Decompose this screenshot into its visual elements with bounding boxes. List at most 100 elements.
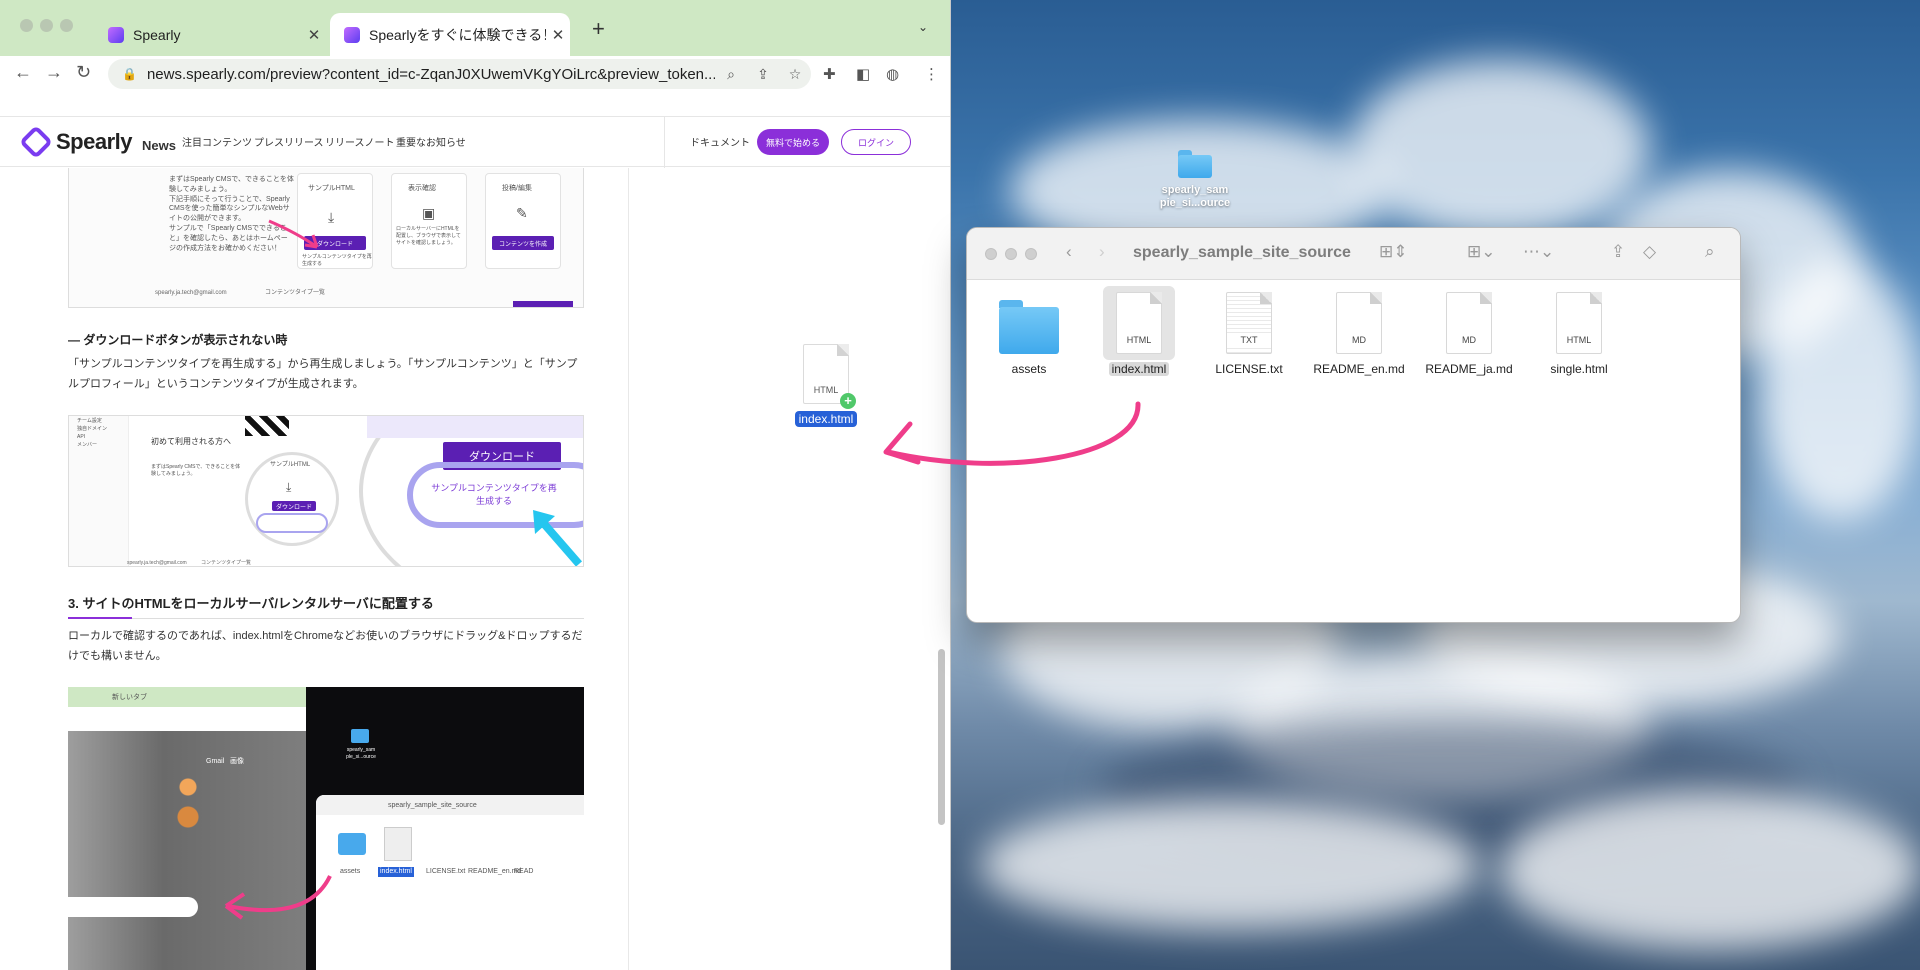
nav-important-news[interactable]: 重要なお知らせ (396, 134, 466, 149)
folder-icon (1178, 150, 1212, 178)
extensions-puzzle-icon[interactable]: ✚ (823, 65, 836, 83)
heading-underline (68, 617, 132, 619)
tab-spearly[interactable]: Spearly ✕ (94, 13, 326, 56)
md-file-icon: MD (1336, 292, 1382, 354)
subheading-dash: — (68, 333, 84, 347)
search-icon[interactable]: ⌕ (1705, 242, 1715, 262)
finder-toolbar: ‹ › spearly_sample_site_source ⊞⇕ ⊞⌄ ⋯⌄ … (967, 228, 1740, 280)
shot3-file-license: LICENSE.txt (426, 868, 466, 875)
shot3-images: 画像 (230, 758, 244, 765)
article-image-drag-drop: 新しいタブ Gmail 画像 spearly_sam ple_si...ourc… (68, 687, 584, 970)
close-tab-icon[interactable]: ✕ (302, 26, 326, 44)
pencil-icon: ✎ (516, 205, 528, 221)
docs-link[interactable]: ドキュメント (690, 134, 750, 149)
shot3-file-readme-ja: README_ja.md (514, 868, 534, 875)
finder-item-readme-en[interactable]: MD README_en.md (1309, 292, 1409, 376)
shot1-content-button: コンテンツを作成 (492, 236, 554, 250)
profile-avatar-icon[interactable]: ◍ (886, 65, 899, 83)
new-tab-button[interactable]: + (592, 16, 605, 42)
login-button[interactable]: ログイン (841, 129, 911, 155)
minimize-window-button[interactable] (40, 19, 53, 32)
shot3-gmail: Gmail (206, 758, 225, 765)
shot2-email: spearly.ja.tech@gmail.com (127, 560, 187, 566)
folder-icon (999, 300, 1059, 354)
paragraph-local: ローカルで確認するのであれば、index.htmlをChromeなどお使いのブラ… (68, 630, 583, 662)
site-header: Spearly News 注目コンテンツ プレスリリース リリースノート 重要な… (0, 116, 950, 168)
pink-drag-arrow-icon (883, 401, 1141, 466)
reload-icon[interactable]: ↻ (76, 62, 91, 83)
shot3-finder: spearly_sample_site_source assets index.… (316, 795, 584, 970)
finder-item-single-html[interactable]: HTML single.html (1529, 292, 1629, 376)
finder-item-index-html[interactable]: HTML index.html (1089, 286, 1189, 376)
side-panel-icon[interactable]: ◧ (856, 65, 870, 83)
group-icon[interactable]: ⊞⌄ (1467, 242, 1496, 262)
shot1-regen-note: サンプルコンテンツタイプを再生成する (302, 254, 372, 267)
shot2-tag: コンテンツタイプ一覧 (201, 560, 252, 566)
tab-title: Spearlyをすぐに体験できる！サン (369, 26, 546, 43)
action-ellipsis-icon[interactable]: ⋯⌄ (1523, 242, 1554, 262)
browser-window-icon: ▣ (422, 205, 436, 221)
shot3-folder-icon (351, 729, 369, 743)
shot2-top-band (367, 416, 583, 438)
shot2-heading: 初めて利用される方へ (151, 437, 231, 446)
view-grid-icon[interactable]: ⊞⇕ (1379, 242, 1408, 262)
shot3-folder-label: spearly_sam ple_si...ource (346, 747, 376, 760)
shot3-toolbar (68, 707, 306, 731)
shot2-intro: まずはSpearly CMSで、できることを体験してみましょう。 (151, 464, 241, 477)
shot1-card-display: 表示確認 ▣ ローカルサーバーにHTMLを配置し、ブラウザで表示してサイトを確認… (391, 173, 467, 269)
finder-item-license[interactable]: TXT LICENSE.txt (1199, 292, 1299, 376)
back-arrow-icon[interactable]: ← (14, 62, 32, 83)
shot3-pink-arrow-icon (224, 875, 332, 920)
nav-featured[interactable]: 注目コンテンツ (182, 134, 252, 149)
forward-arrow-icon[interactable]: → (45, 62, 63, 83)
finder-item-readme-ja[interactable]: MD README_ja.md (1419, 292, 1519, 376)
tab-spearly-preview[interactable]: Spearlyをすぐに体験できる！サン ✕ (330, 13, 570, 56)
article-body: まずはSpearly CMSで、できることを体験してみましょう。 下記手順にそっ… (0, 168, 629, 970)
close-window-button[interactable] (20, 19, 33, 32)
download-icon: ⤓ (286, 480, 292, 494)
start-free-button[interactable]: 無料で始める (757, 129, 829, 155)
finder-zoom-button[interactable] (1025, 248, 1037, 260)
spearly-favicon-icon (108, 26, 124, 43)
desktop-folder[interactable]: spearly_sam pie_si...ource (1150, 150, 1240, 210)
spearly-logo[interactable]: Spearly News (19, 125, 176, 159)
finder-close-button[interactable] (985, 248, 997, 260)
nav-release-notes[interactable]: リリースノート (325, 134, 395, 149)
web-page: Spearly News 注目コンテンツ プレスリリース リリースノート 重要な… (0, 92, 950, 970)
tag-icon[interactable]: ◇ (1643, 242, 1656, 262)
browser-toolbar: ← → ↻ 🔒 news.spearly.com/preview?content… (0, 56, 950, 92)
logo-text: Spearly (56, 129, 133, 154)
dragged-file[interactable]: HTML + index.html (790, 344, 862, 428)
finder-forward-icon[interactable]: › (1099, 242, 1105, 262)
close-tab-icon[interactable]: ✕ (546, 26, 570, 44)
zoom-window-button[interactable] (60, 19, 73, 32)
cyan-arrow-icon (533, 510, 583, 566)
html-file-icon: HTML (1556, 292, 1602, 354)
shot1-display-text: ローカルサーバーにHTMLを配置し、ブラウザで表示してサイトを確認しましょう。 (396, 226, 461, 246)
zoom-icon[interactable]: ⌕ (715, 66, 747, 83)
section-heading-deploy: 3. サイトのHTMLをローカルサーバ/レンタルサーバに配置する (68, 593, 584, 619)
shot3-file-index: index.html (378, 867, 414, 877)
shot3-index-icon (384, 827, 412, 861)
tab-title: Spearly (133, 26, 181, 43)
md-file-icon: MD (1446, 292, 1492, 354)
share-icon[interactable]: ⇪ (1611, 242, 1625, 262)
spearly-favicon-icon (344, 26, 360, 43)
lock-icon: 🔒 (122, 67, 137, 81)
finder-back-icon[interactable]: ‹ (1066, 242, 1072, 262)
copy-plus-icon: + (840, 393, 856, 409)
page-scrollbar[interactable] (938, 649, 945, 825)
menu-kebab-icon[interactable]: ⋮ (924, 65, 939, 83)
finder-minimize-button[interactable] (1005, 248, 1017, 260)
nav-press-release[interactable]: プレスリリース (254, 134, 324, 149)
paragraph-regenerate: 「サンプルコンテンツタイプを再生成する」から再生成しましょう。「サンプルコンテン… (68, 358, 578, 390)
spearly-logo-icon (19, 125, 53, 159)
address-bar[interactable]: 🔒 news.spearly.com/preview?content_id=c-… (108, 59, 811, 89)
bookmark-star-icon[interactable]: ☆ (779, 66, 811, 83)
share-icon[interactable]: ⇪ (747, 66, 779, 83)
shot2-pattern (245, 416, 289, 436)
tab-search-chevron-icon[interactable]: ⌄ (918, 20, 928, 34)
finder-title: spearly_sample_site_source (1133, 244, 1351, 261)
html-file-icon: HTML + (803, 344, 856, 409)
finder-item-assets[interactable]: assets (979, 292, 1079, 376)
